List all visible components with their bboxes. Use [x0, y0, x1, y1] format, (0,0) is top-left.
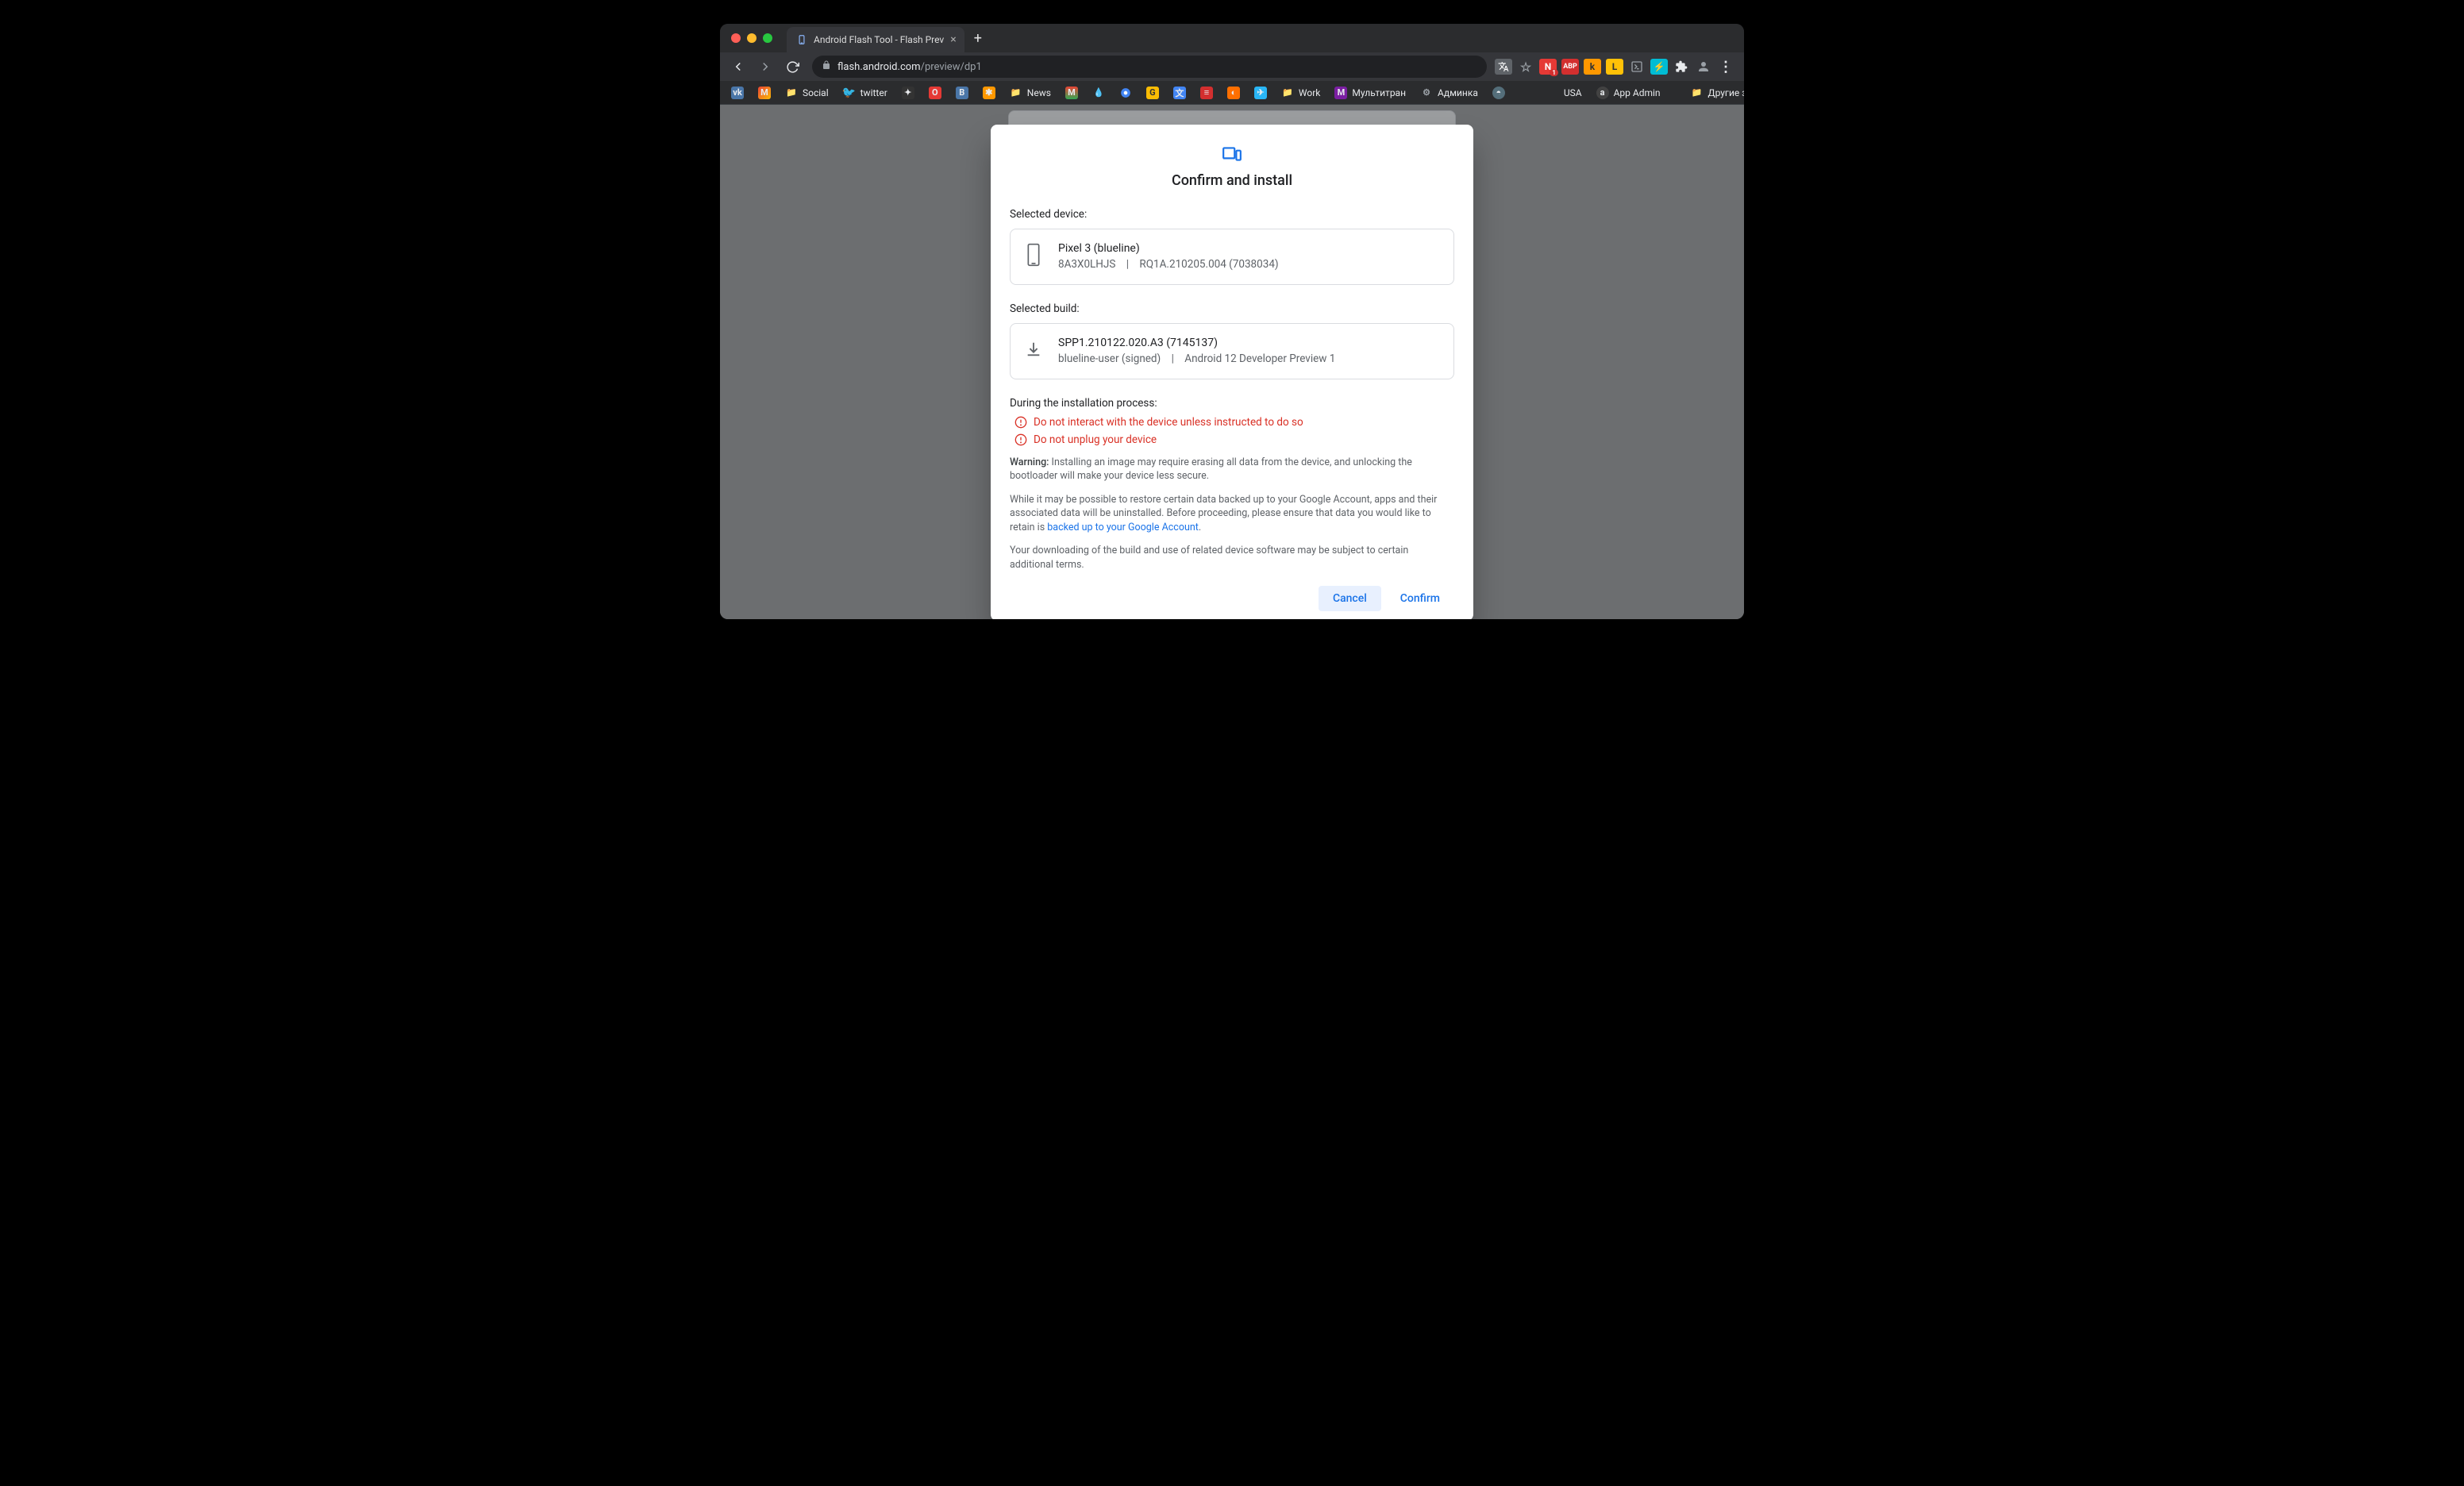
alert-icon	[1014, 416, 1027, 429]
browser-tab[interactable]: Android Flash Tool - Flash Prev ×	[787, 27, 964, 52]
bookmark-vk[interactable]: vk	[728, 85, 747, 101]
toolbar-extensions: ☆ N1 ABP k L ⚡ ⋮	[1495, 59, 1738, 75]
close-tab-icon[interactable]: ×	[950, 33, 956, 46]
bookmark-item-3[interactable]: B	[953, 85, 972, 101]
devices-icon	[1222, 144, 1242, 164]
reload-button[interactable]	[780, 55, 804, 79]
download-icon	[1025, 341, 1042, 361]
warning-paragraph-3: Your downloading of the build and use of…	[1010, 544, 1454, 572]
build-id: SPP1.210122.020.A3 (7145137)	[1058, 335, 1335, 351]
device-serial: 8A3X0LHJS	[1058, 258, 1115, 271]
new-tab-button[interactable]: +	[974, 30, 982, 47]
bookmark-item-7[interactable]	[1116, 85, 1135, 101]
profile-avatar-icon[interactable]	[1695, 59, 1712, 75]
forward-button[interactable]	[753, 55, 777, 79]
alert-icon	[1014, 433, 1027, 446]
tab-title: Android Flash Tool - Flash Prev	[814, 34, 944, 45]
phone-icon	[1025, 243, 1042, 270]
extension-devtools-icon[interactable]	[1628, 59, 1646, 75]
minimize-window-button[interactable]	[747, 33, 757, 43]
bookmark-gmail[interactable]: M	[755, 85, 774, 101]
build-variant: blueline-user (signed)	[1058, 352, 1161, 365]
bookmark-item-13[interactable]: ◓	[1489, 85, 1508, 101]
warning-no-unplug: Do not unplug your device	[1010, 433, 1454, 446]
bookmark-multitran[interactable]: MМультитран	[1331, 85, 1409, 101]
device-name: Pixel 3 (blueline)	[1058, 241, 1279, 256]
other-bookmarks-folder[interactable]: 📁Другие закладки	[1688, 85, 1744, 101]
warning-no-interact: Do not interact with the device unless i…	[1010, 416, 1454, 429]
bookmark-work-folder[interactable]: 📁Work	[1278, 85, 1323, 101]
extension-k-icon[interactable]: k	[1584, 59, 1601, 75]
bookmark-item-8[interactable]: G	[1143, 85, 1162, 101]
kebab-menu-icon[interactable]: ⋮	[1717, 59, 1734, 75]
maximize-window-button[interactable]	[763, 33, 772, 43]
extension-gmail-icon[interactable]: N1	[1539, 59, 1557, 75]
during-install-label: During the installation process:	[1010, 397, 1454, 410]
page-content: ©2020 Google Privacy Policy Terms of Ser…	[720, 105, 1744, 619]
selected-device-label: Selected device:	[1010, 208, 1454, 221]
close-window-button[interactable]	[731, 33, 741, 43]
extension-bolt-icon[interactable]: ⚡	[1650, 59, 1668, 75]
selected-device-card: Pixel 3 (blueline) 8A3X0LHJS | RQ1A.2102…	[1010, 229, 1454, 285]
bookmark-news-folder[interactable]: 📁News	[1007, 85, 1054, 101]
bookmark-item-14[interactable]	[1516, 85, 1535, 101]
bookmark-twitter[interactable]: 🐦twitter	[840, 85, 891, 101]
tab-favicon	[796, 34, 807, 45]
bookmark-social-folder[interactable]: 📁Social	[782, 85, 832, 101]
bookmark-item-5[interactable]: M	[1062, 85, 1081, 101]
bookmark-item-2[interactable]: O	[926, 85, 945, 101]
bookmarks-bar: vk M 📁Social 🐦twitter ✦ O B ✱ 📁News M 💧 …	[720, 81, 1744, 105]
bookmark-app-admin[interactable]: aApp Admin	[1593, 85, 1664, 101]
bookmark-star-icon[interactable]: ☆	[1517, 59, 1534, 75]
build-release-name: Android 12 Developer Preview 1	[1184, 352, 1335, 365]
bookmark-usa[interactable]: USA	[1543, 85, 1585, 101]
bookmark-item-11[interactable]: ◐	[1224, 85, 1243, 101]
device-current-build: RQ1A.210205.004 (7038034)	[1139, 258, 1278, 271]
confirm-install-dialog: Confirm and install Selected device: Pix…	[991, 125, 1473, 619]
traffic-lights	[731, 33, 772, 43]
dialog-title: Confirm and install	[1010, 172, 1454, 189]
selected-build-label: Selected build:	[1010, 302, 1454, 315]
title-bar: Android Flash Tool - Flash Prev × +	[720, 24, 1744, 52]
browser-window: Android Flash Tool - Flash Prev × + flas…	[720, 24, 1744, 619]
backup-link[interactable]: backed up to your Google Account	[1047, 522, 1199, 533]
bookmark-item-1[interactable]: ✦	[899, 85, 918, 101]
confirm-button[interactable]: Confirm	[1386, 586, 1454, 611]
warning-paragraph-1: Warning: Installing an image may require…	[1010, 456, 1454, 483]
nav-bar: flash.android.com/preview/dp1 ☆ N1 ABP k…	[720, 52, 1744, 81]
cancel-button[interactable]: Cancel	[1319, 586, 1381, 611]
lock-icon	[822, 60, 831, 73]
bookmark-item-10[interactable]: ≡	[1197, 85, 1216, 101]
bookmark-item-12[interactable]: ✈	[1251, 85, 1270, 101]
extension-abp-icon[interactable]: ABP	[1561, 59, 1579, 75]
bookmark-item-6[interactable]: 💧	[1089, 85, 1108, 101]
extensions-menu-icon[interactable]	[1673, 59, 1690, 75]
address-bar[interactable]: flash.android.com/preview/dp1	[812, 56, 1487, 78]
bookmark-item-9[interactable]: 文	[1170, 85, 1189, 101]
back-button[interactable]	[726, 55, 750, 79]
translate-icon[interactable]	[1495, 59, 1512, 75]
url-path: /preview/dp1	[921, 61, 982, 73]
url-host: flash.android.com	[837, 61, 921, 73]
extension-l-icon[interactable]: L	[1606, 59, 1623, 75]
bookmark-item-4[interactable]: ✱	[980, 85, 999, 101]
bookmark-adminka[interactable]: ⚙Админка	[1417, 85, 1481, 101]
warning-paragraph-2: While it may be possible to restore cert…	[1010, 493, 1454, 535]
selected-build-card: SPP1.210122.020.A3 (7145137) blueline-us…	[1010, 323, 1454, 379]
